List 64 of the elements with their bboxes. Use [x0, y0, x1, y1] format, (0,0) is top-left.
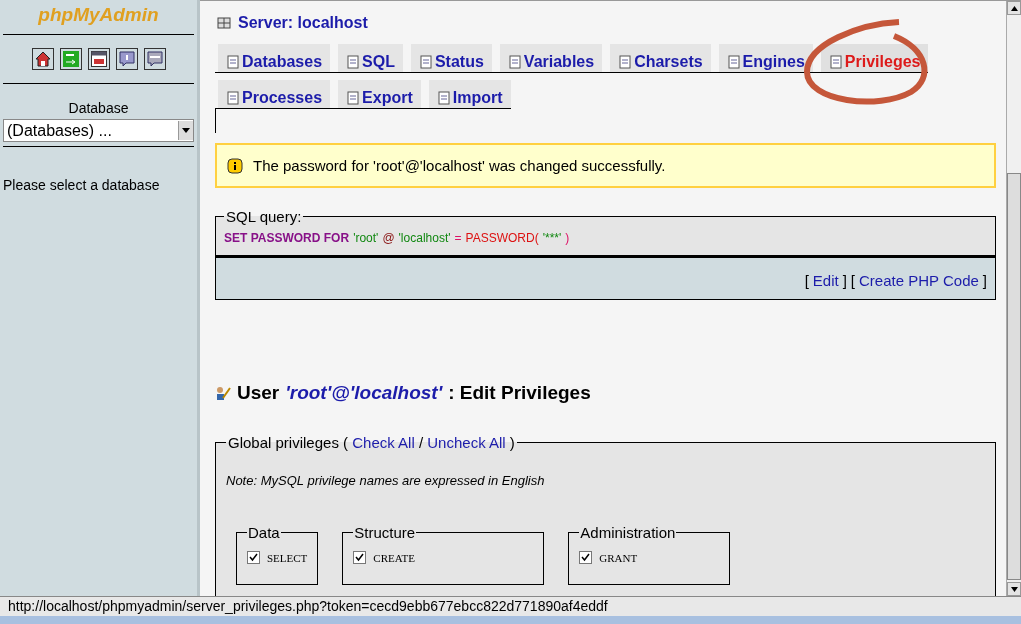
- parenthesis-text: ): [509, 434, 515, 451]
- database-select[interactable]: (Databases) ...: [3, 119, 194, 142]
- tab[interactable]: Processes: [218, 80, 331, 108]
- message-text: The password for 'root'@'localhost' was changed successfully.: [253, 157, 666, 174]
- tab-icon: [226, 90, 240, 105]
- fieldset-legend: Global privileges: [228, 434, 339, 451]
- tab-icon: [346, 90, 361, 105]
- tab[interactable]: SQL: [338, 44, 403, 72]
- tab[interactable]: Databases: [218, 44, 331, 72]
- server-icon: [217, 16, 231, 30]
- edit-user-icon: [215, 385, 231, 401]
- server-heading[interactable]: Server: localhost: [238, 14, 368, 32]
- query-icon[interactable]: [143, 48, 166, 70]
- tab-icon: [507, 54, 522, 69]
- user-heading-label: User: [237, 382, 280, 404]
- scrollbar-thumb[interactable]: [1007, 173, 1021, 580]
- checkbox[interactable]: [579, 551, 593, 564]
- sql-query-text: SET PASSWORD FOR 'root' @ 'localhost' = PASSWORD( '***' ): [224, 231, 571, 245]
- action-link[interactable]: Edit: [812, 272, 839, 289]
- tab-icon: [418, 54, 433, 69]
- group-legend: Administration: [579, 524, 677, 541]
- sql-window-icon[interactable]: [87, 48, 110, 70]
- privilege-label: CREATE: [373, 551, 415, 564]
- action-link[interactable]: Create PHP Code: [859, 272, 979, 289]
- checkbox[interactable]: [353, 551, 367, 564]
- database-label: Database: [67, 100, 130, 116]
- tab[interactable]: Engines: [718, 44, 813, 72]
- uncheck-all-link[interactable]: Uncheck All: [427, 434, 506, 451]
- info-icon: [227, 157, 243, 174]
- parenthesis-text: (: [343, 434, 349, 451]
- select-hint: Please select a database: [3, 177, 161, 193]
- exit-icon[interactable]: [59, 48, 82, 70]
- tab[interactable]: Status: [410, 44, 492, 72]
- scroll-up-icon[interactable]: [1007, 1, 1021, 15]
- bracket-text: [: [804, 272, 809, 289]
- note-text: Note: MySQL privilege names are expressed in English: [226, 473, 546, 488]
- fieldset-legend: SQL query:: [224, 208, 304, 225]
- user-name-link[interactable]: 'root'@'localhost': [285, 382, 443, 404]
- group-legend: Structure: [353, 524, 417, 541]
- privilege-label: SELECT: [267, 551, 308, 564]
- tab-icon: [618, 54, 633, 69]
- privilege-label: GRANT: [599, 551, 638, 564]
- status-bar: http://localhost/phpmyadmin/server_privileges.php?token=cecd9ebb677ebcc822d771890af4eddf: [0, 596, 1021, 616]
- tab[interactable]: Variables: [499, 44, 603, 72]
- bracket-text: ]: [982, 272, 987, 289]
- tab[interactable]: Privileges: [820, 44, 929, 72]
- group-legend: Data: [247, 524, 281, 541]
- tab-icon: [226, 54, 240, 69]
- tab[interactable]: Import: [428, 80, 511, 108]
- check-all-link[interactable]: Check All: [352, 434, 415, 451]
- bracket-text: [: [850, 272, 856, 289]
- help-icon[interactable]: [115, 48, 138, 70]
- scroll-down-icon[interactable]: [1007, 582, 1021, 596]
- tab[interactable]: Export: [338, 80, 421, 108]
- tab-icon: [828, 54, 843, 69]
- tab[interactable]: Charsets: [610, 44, 711, 72]
- bracket-text: ]: [842, 272, 847, 289]
- home-icon[interactable]: [31, 48, 54, 70]
- tab-icon: [436, 90, 451, 105]
- tab-icon: [726, 54, 741, 69]
- separator-text: /: [418, 434, 424, 451]
- tab-icon: [346, 54, 361, 69]
- user-heading-title: : Edit Privileges: [448, 382, 591, 404]
- checkbox[interactable]: [247, 551, 260, 564]
